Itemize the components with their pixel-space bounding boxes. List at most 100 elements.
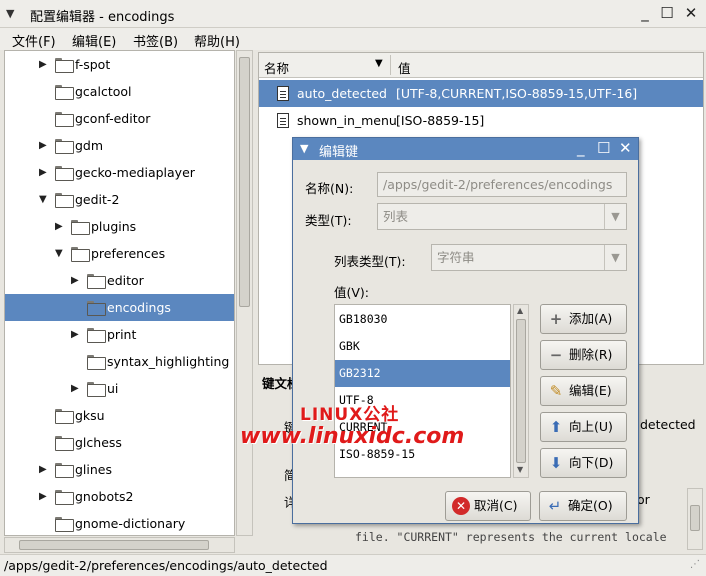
tree-item[interactable]: gcalctool [5,78,234,105]
tree-vscroll-thumb[interactable] [239,57,250,307]
values-vscroll-thumb[interactable] [516,319,526,463]
maximize-button[interactable]: ☐ [658,4,676,22]
move-up-button[interactable]: ⬆ 向上(U) [540,412,627,442]
menu-help[interactable]: 帮助(H) [194,31,240,50]
dialog-maximize-button[interactable]: ☐ [597,139,610,157]
tree-hscrollbar[interactable] [4,537,235,553]
collapsed-arrow-icon[interactable]: ▶ [39,159,47,186]
add-button[interactable]: + 添加(A) [540,304,627,334]
tree-item-label: glchess [75,435,122,450]
list-row[interactable]: shown_in_menu [ISO-8859-15] [259,107,703,134]
key-tree[interactable]: ▶ f-spot gcalctool gconf-editor ▶ gdm ▶ gecko-m… [4,50,235,536]
tree-item-label: f-spot [75,57,111,72]
folder-icon [55,139,74,154]
tree-item[interactable]: ▶ editor [5,267,234,294]
list-row-value: [UTF-8,CURRENT,ISO-8859-15,UTF-16] [396,86,638,101]
ok-button[interactable]: ↵ 确定(O) [539,491,627,521]
cancel-button[interactable]: ✕ 取消(C) [445,491,531,521]
collapsed-arrow-icon[interactable]: ▶ [39,51,47,78]
tree-item[interactable]: ▶ gecko-mediaplayer [5,159,234,186]
list-type-combo[interactable]: 字符串 ▼ [431,244,627,271]
folder-icon [55,193,74,208]
move-down-button[interactable]: ⬇ 向下(D) [540,448,627,478]
watermark-logo: LINUX公社 [300,405,400,425]
folder-icon [55,58,74,73]
collapsed-arrow-icon[interactable]: ▶ [71,375,79,402]
menu-file[interactable]: 文件(F) [12,31,56,50]
list-row[interactable]: auto_detected [UTF-8,CURRENT,ISO-8859-15,… [259,80,703,107]
doc-vscroll-thumb[interactable] [690,505,700,531]
collapsed-arrow-icon[interactable]: ▶ [39,456,47,483]
status-path: /apps/gedit-2/preferences/encodings/auto… [4,558,328,573]
edit-button-label: 编辑(E) [569,383,612,398]
tree-item-label: print [107,327,137,342]
menu-edit[interactable]: 编辑(E) [72,31,116,50]
name-field[interactable]: /apps/gedit-2/preferences/encodings [377,172,627,197]
folder-icon [71,247,90,262]
collapsed-arrow-icon[interactable]: ▶ [71,321,79,348]
sort-arrow-icon[interactable]: ▼ [375,58,383,69]
cancel-button-label: 取消(C) [474,498,518,513]
folder-icon [55,112,74,127]
tree-item[interactable]: ▼ preferences [5,240,234,267]
tree-item[interactable]: ▶ f-spot [5,51,234,78]
tree-item-label: syntax_highlighting [107,354,230,369]
remove-button-label: 删除(R) [569,347,613,362]
dialog-close-button[interactable]: ✕ [619,139,632,157]
tree-item[interactable]: ▶ plugins [5,213,234,240]
scroll-down-icon[interactable]: ▼ [517,465,523,474]
column-value-header[interactable]: 值 [398,58,411,77]
list-type-label: 列表类型(T): [334,254,406,269]
folder-icon [55,85,74,100]
scroll-up-icon[interactable]: ▲ [517,306,523,315]
minimize-button[interactable]: _ [636,4,654,22]
tree-item[interactable]: ▶ ui [5,375,234,402]
value-item[interactable]: GB2312 [335,360,510,387]
chevron-down-icon: ▼ [604,204,626,229]
collapsed-arrow-icon[interactable]: ▶ [55,213,63,240]
list-header: 名称 ▼ 值 [259,53,703,78]
collapsed-arrow-icon[interactable]: ▶ [71,267,79,294]
expanded-arrow-icon[interactable]: ▼ [39,186,47,213]
value-item[interactable]: GBK [335,333,510,360]
resize-grip-icon[interactable]: ⋰ [690,559,700,570]
tree-item[interactable]: ▼ gedit-2 [5,186,234,213]
tree-item[interactable]: ▶ print [5,321,234,348]
doc-vscrollbar[interactable] [687,488,703,550]
values-list[interactable]: GB18030 GBK GB2312 UTF-8 CURRENT ISO-8859-15 [334,304,511,478]
value-item[interactable]: GB18030 [335,306,510,333]
tree-vscrollbar[interactable] [236,50,253,536]
tree-item[interactable]: glchess [5,429,234,456]
tree-item[interactable]: ▶ glines [5,456,234,483]
pencil-icon: ✎ [549,382,563,400]
tree-item[interactable]: gconf-editor [5,105,234,132]
collapsed-arrow-icon[interactable]: ▶ [39,132,47,159]
arrow-down-icon: ⬇ [549,454,563,472]
tree-item[interactable]: syntax_highlighting [5,348,234,375]
tree-item-label: gcalctool [75,84,132,99]
collapsed-arrow-icon[interactable]: ▶ [39,483,47,510]
tree-item[interactable]: encodings [5,294,234,321]
folder-icon [55,166,74,181]
remove-button[interactable]: − 删除(R) [540,340,627,370]
ok-button-label: 确定(O) [568,498,613,513]
tree-hscroll-thumb[interactable] [19,540,209,550]
type-combo[interactable]: 列表 ▼ [377,203,627,230]
menu-bookmarks[interactable]: 书签(B) [133,31,178,50]
doc-detail-text: file. "CURRENT" represents the current l… [355,530,667,544]
tree-item[interactable]: gksu [5,402,234,429]
close-button[interactable]: ✕ [682,4,700,22]
folder-icon [87,301,106,316]
tree-item[interactable]: ▶ gnobots2 [5,483,234,510]
tree-item[interactable]: ▶ gdm [5,132,234,159]
name-label: 名称(N): [305,181,354,196]
column-name-header[interactable]: 名称 [264,58,289,77]
dialog-minimize-button[interactable]: _ [577,139,585,157]
dialog-menu-icon[interactable]: ▼ [300,142,308,155]
expanded-arrow-icon[interactable]: ▼ [55,240,63,267]
tree-item[interactable]: gnome-dictionary [5,510,234,535]
edit-button[interactable]: ✎ 编辑(E) [540,376,627,406]
window-menu-icon[interactable]: ▼ [6,7,14,20]
folder-icon [55,436,74,451]
values-vscrollbar[interactable]: ▲ ▼ [513,304,529,478]
